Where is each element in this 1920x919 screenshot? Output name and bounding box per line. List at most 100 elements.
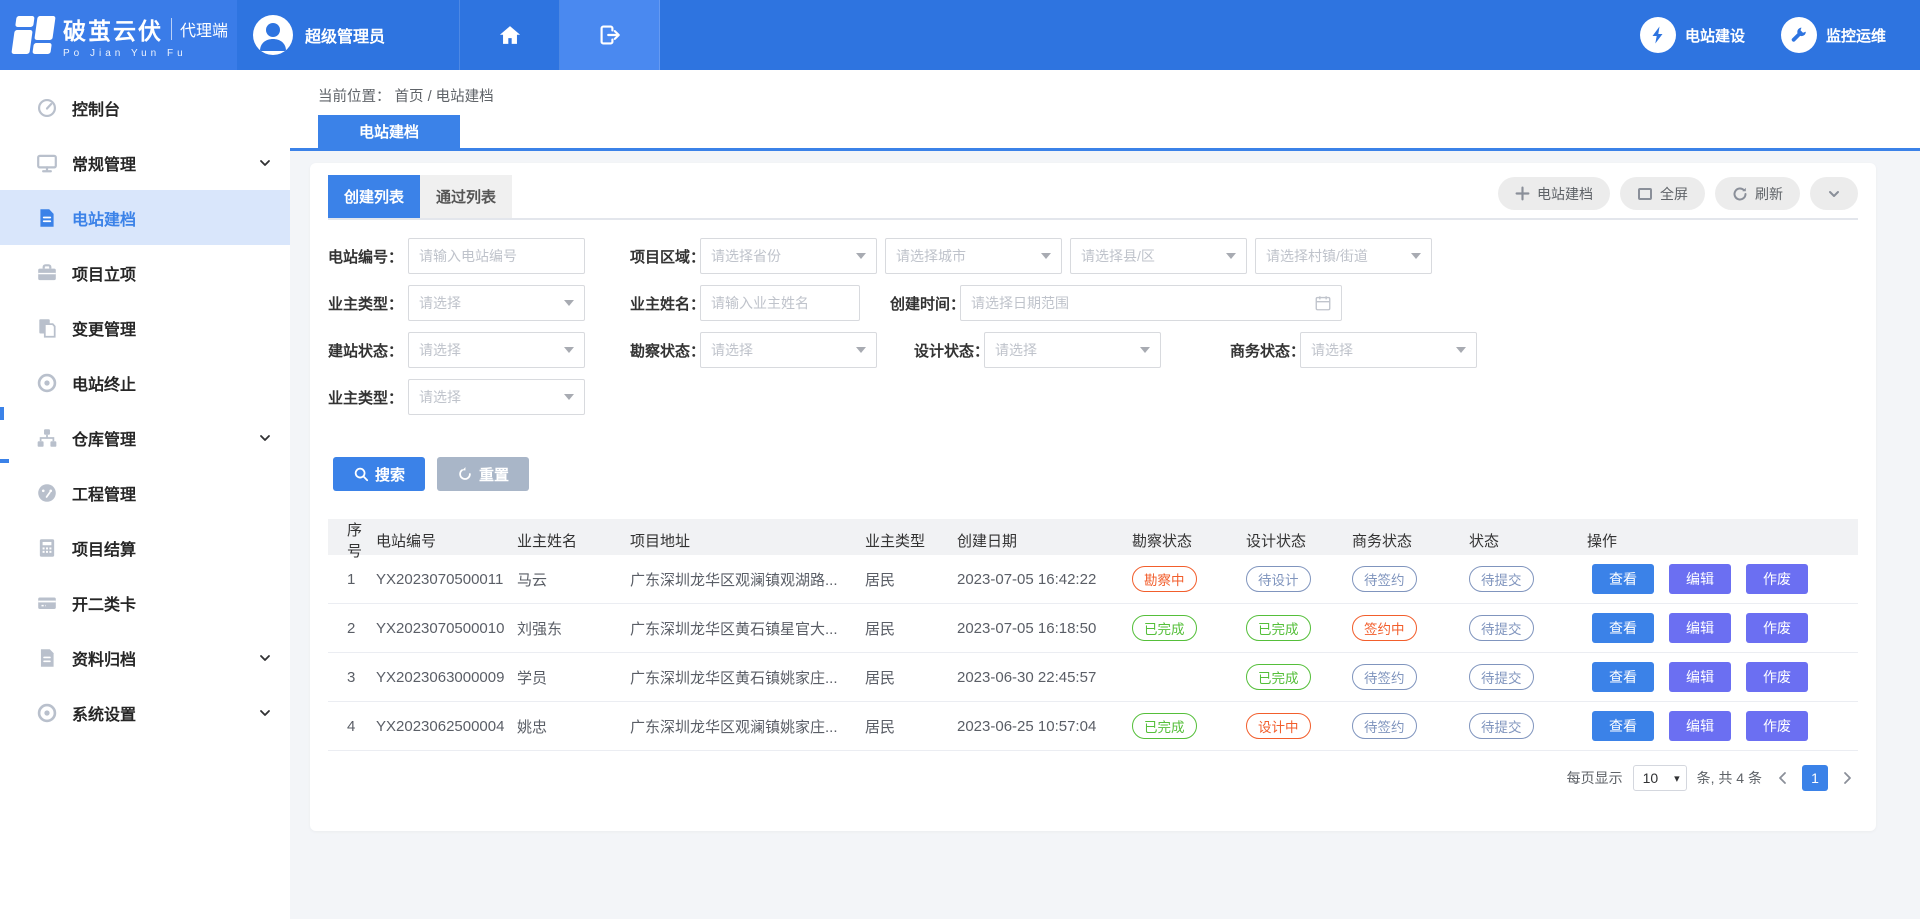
view-button[interactable]: 查看 xyxy=(1592,662,1654,692)
view-button[interactable]: 查看 xyxy=(1592,613,1654,643)
filter-label: 创建时间： xyxy=(890,293,960,314)
status-badge: 待签约 xyxy=(1352,566,1417,592)
sidebar-item-project-settlement[interactable]: 项目结算 xyxy=(0,520,290,575)
per-page-label: 每页显示 xyxy=(1567,768,1623,788)
owner-type-select[interactable]: 请选择 xyxy=(408,285,585,321)
logout-icon xyxy=(598,23,622,47)
city-select[interactable]: 请选择城市 xyxy=(885,238,1062,274)
edit-button[interactable]: 编辑 xyxy=(1669,564,1731,594)
refresh-button[interactable]: 刷新 xyxy=(1715,177,1800,210)
sidebar-item-change-mgmt[interactable]: 变更管理 xyxy=(0,300,290,355)
date-range-input[interactable] xyxy=(960,285,1342,321)
edit-button[interactable]: 编辑 xyxy=(1669,613,1731,643)
sidebar-item-warehouse-mgmt[interactable]: 仓库管理 xyxy=(0,410,290,465)
collapse-toolbar-button[interactable] xyxy=(1810,177,1858,210)
filter-label: 业主姓名： xyxy=(630,293,700,314)
app-window: 破茧云伏 代理端 Po Jian Yun Fu 超级管理员 xyxy=(0,0,1920,919)
status-badge: 勘察中 xyxy=(1132,566,1197,592)
edit-button[interactable]: 编辑 xyxy=(1669,711,1731,741)
home-button[interactable] xyxy=(460,0,560,70)
business-status-select[interactable]: 请选择 xyxy=(1300,332,1477,368)
filter-label: 电站编号： xyxy=(328,246,408,267)
status-badge: 待提交 xyxy=(1469,566,1534,592)
prev-page-button[interactable] xyxy=(1772,765,1792,791)
next-page-button[interactable] xyxy=(1838,765,1858,791)
void-button[interactable]: 作废 xyxy=(1746,613,1808,643)
tab-create-list[interactable]: 创建列表 xyxy=(328,175,420,218)
sidebar-item-data-archive[interactable]: 资料归档 xyxy=(0,630,290,685)
document-icon xyxy=(36,647,58,669)
total-count-text: 条, 共 4 条 xyxy=(1697,768,1762,788)
table-row: 2 YX2023070500010 刘强东 广东深圳龙华区黄石镇星官大... 居… xyxy=(328,604,1858,653)
sidebar-item-station-archive[interactable]: 电站建档 xyxy=(0,190,290,245)
per-page-select[interactable]: 10 ▾ xyxy=(1633,765,1687,791)
void-button[interactable]: 作废 xyxy=(1746,564,1808,594)
caret-down-icon xyxy=(856,253,866,259)
void-button[interactable]: 作废 xyxy=(1746,711,1808,741)
edit-button[interactable]: 编辑 xyxy=(1669,662,1731,692)
add-station-button[interactable]: 电站建档 xyxy=(1498,177,1610,210)
fullscreen-button[interactable]: 全屏 xyxy=(1620,177,1705,210)
design-status-select[interactable]: 请选择 xyxy=(984,332,1161,368)
pagination: 每页显示 10 ▾ 条, 共 4 条 1 xyxy=(310,765,1858,791)
nav-station-construction[interactable]: 电站建设 xyxy=(1640,17,1745,53)
sidebar-item-system-settings[interactable]: 系统设置 xyxy=(0,685,290,740)
client-type-badge: 代理端 xyxy=(180,17,228,41)
tab-passed-list[interactable]: 通过列表 xyxy=(420,175,512,218)
view-button[interactable]: 查看 xyxy=(1592,564,1654,594)
top-header: 破茧云伏 代理端 Po Jian Yun Fu 超级管理员 xyxy=(0,0,1920,70)
filter-label: 项目区域： xyxy=(630,246,700,267)
sidebar-item-console[interactable]: 控制台 xyxy=(0,80,290,135)
caret-down-icon xyxy=(564,394,574,400)
station-no-input[interactable] xyxy=(408,238,585,274)
sidebar-item-engineering-mgmt[interactable]: 工程管理 xyxy=(0,465,290,520)
chevron-down-icon xyxy=(1827,187,1841,201)
search-button[interactable]: 搜索 xyxy=(333,457,425,491)
reset-button[interactable]: 重置 xyxy=(437,457,529,491)
briefcase-icon xyxy=(36,262,58,284)
refresh-icon xyxy=(1732,186,1748,202)
sidebar-item-general-mgmt[interactable]: 常规管理 xyxy=(0,135,290,190)
owner-type2-select[interactable]: 请选择 xyxy=(408,379,585,415)
home-icon xyxy=(498,23,522,47)
breadcrumb-link-home[interactable]: 首页 xyxy=(395,89,424,105)
filter-label: 业主类型： xyxy=(328,293,408,314)
station-table: 序号 电站编号 业主姓名 项目地址 业主类型 创建日期 勘察状态 设计状态 商务… xyxy=(328,519,1858,751)
page-tab-station-archive[interactable]: 电站建档 xyxy=(318,115,460,148)
page-number-button[interactable]: 1 xyxy=(1802,765,1828,791)
logout-button[interactable] xyxy=(560,0,660,70)
filter-label: 业主类型： xyxy=(328,387,408,408)
sidebar-item-station-termination[interactable]: 电站终止 xyxy=(0,355,290,410)
table-row: 4 YX2023062500004 姚忠 广东深圳龙华区观澜镇姚家庄... 居民… xyxy=(328,702,1858,751)
logo: 破茧云伏 代理端 Po Jian Yun Fu xyxy=(0,0,237,70)
nav-monitoring-ops[interactable]: 监控运维 xyxy=(1781,17,1886,53)
page-header-band: 当前位置： 首页 / 电站建档 电站建档 xyxy=(290,70,1920,151)
user-name: 超级管理员 xyxy=(305,23,385,47)
survey-status-select[interactable]: 请选择 xyxy=(700,332,877,368)
build-status-select[interactable]: 请选择 xyxy=(408,332,585,368)
town-select[interactable]: 请选择村镇/街道 xyxy=(1255,238,1432,274)
county-select[interactable]: 请选择县/区 xyxy=(1070,238,1247,274)
user-menu[interactable]: 超级管理员 xyxy=(237,0,460,70)
sidebar-item-project-initiation[interactable]: 项目立项 xyxy=(0,245,290,300)
sitemap-icon xyxy=(36,427,58,449)
main-content: 当前位置： 首页 / 电站建档 电站建档 创建列表 通过列表 xyxy=(290,70,1920,919)
sidebar-item-type2-card[interactable]: 开二类卡 xyxy=(0,575,290,630)
sidebar: 控制台 常规管理 电站建档 项 xyxy=(0,70,290,919)
header-spacer xyxy=(660,0,1640,70)
owner-name-input[interactable] xyxy=(700,285,860,321)
record-icon xyxy=(36,372,58,394)
chevron-left-icon xyxy=(1776,771,1788,785)
scroll-indicator xyxy=(0,459,9,463)
filter-label: 商务状态： xyxy=(1230,340,1300,361)
logo-icon xyxy=(11,16,56,54)
caret-down-icon xyxy=(1226,253,1236,259)
caret-down-icon: ▾ xyxy=(1674,772,1680,785)
gauge-icon xyxy=(36,482,58,504)
province-select[interactable]: 请选择省份 xyxy=(700,238,877,274)
void-button[interactable]: 作废 xyxy=(1746,662,1808,692)
status-badge: 已完成 xyxy=(1246,615,1311,641)
caret-down-icon xyxy=(564,300,574,306)
breadcrumb: 当前位置： 首页 / 电站建档 xyxy=(290,70,1920,106)
view-button[interactable]: 查看 xyxy=(1592,711,1654,741)
